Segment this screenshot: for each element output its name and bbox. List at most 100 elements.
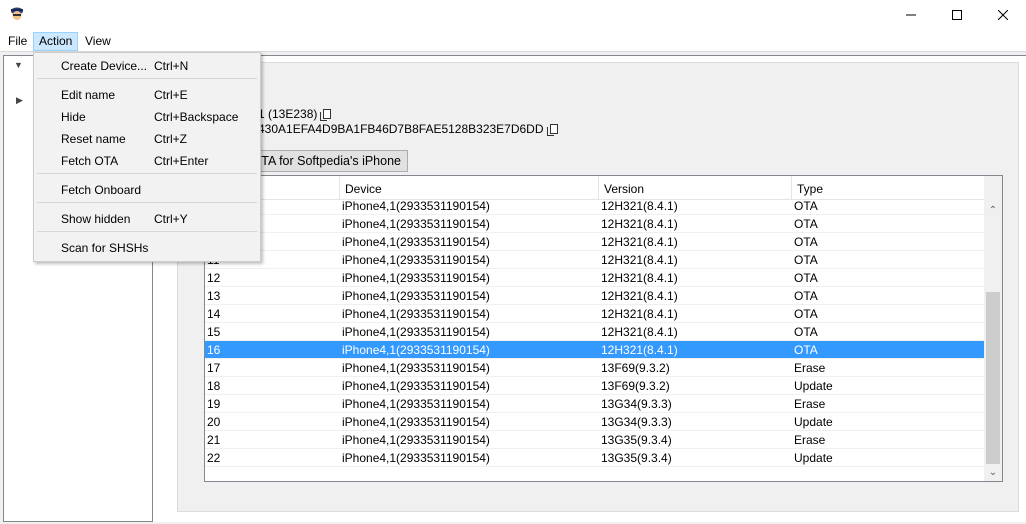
maximize-icon: [952, 10, 962, 20]
cell-id: 15: [207, 325, 221, 339]
action-menu: Create Device... Ctrl+N Edit name Ctrl+E Hid…: [33, 52, 261, 262]
menu-item-edit-name[interactable]: Edit name Ctrl+E: [35, 84, 259, 106]
cell-version: 12H321(8.4.1): [601, 253, 678, 267]
cell-id: 19: [207, 397, 221, 411]
cell-type: OTA: [794, 235, 818, 249]
table-row[interactable]: iPhone4,1(2933531190154) 12H321(8.4.1) OTA: [205, 233, 984, 251]
tree-expanded-icon[interactable]: ▼: [14, 60, 23, 70]
menu-bar: File Action View: [0, 30, 1026, 52]
menu-view[interactable]: View: [80, 32, 116, 51]
menu-item-label: Show hidden: [61, 212, 131, 226]
cell-type: OTA: [794, 343, 818, 357]
menu-item-label: Fetch OTA: [61, 154, 119, 168]
menu-item-label: Reset name: [61, 132, 126, 146]
menu-separator: [37, 202, 257, 203]
copy-icon[interactable]: [320, 109, 332, 121]
table-row[interactable]: 22 iPhone4,1(2933531190154) 13G35(9.3.4) Up…: [205, 449, 984, 467]
firmware-table[interactable]: Device Version Type iPhone4,1(2933531190…: [204, 175, 1003, 482]
table-row[interactable]: 15 iPhone4,1(2933531190154) 12H321(8.4.1) O…: [205, 323, 984, 341]
cell-device: iPhone4,1(2933531190154): [342, 289, 490, 303]
table-row[interactable]: 13 iPhone4,1(2933531190154) 12H321(8.4.1) O…: [205, 287, 984, 305]
cell-type: Erase: [794, 433, 826, 447]
minimize-icon: [906, 14, 916, 16]
menu-item-shortcut: Ctrl+Backspace: [154, 110, 239, 124]
cell-id: 12: [207, 271, 221, 285]
cell-version: 13F69(9.3.2): [601, 361, 670, 375]
menu-item-shortcut: Ctrl+Y: [154, 212, 188, 226]
cell-version: 12H321(8.4.1): [601, 235, 678, 249]
table-row[interactable]: 20 iPhone4,1(2933531190154) 13G34(9.3.3) Up…: [205, 413, 984, 431]
cell-type: OTA: [794, 253, 818, 267]
menu-item-label: Edit name: [61, 88, 116, 102]
cell-device: iPhone4,1(2933531190154): [342, 307, 490, 321]
cell-version: 12H321(8.4.1): [601, 217, 678, 231]
tree-collapsed-icon[interactable]: ▶: [16, 95, 23, 106]
build-value: 1 (13E238): [258, 107, 318, 121]
cell-device: iPhone4,1(2933531190154): [342, 271, 490, 285]
menu-file[interactable]: File: [3, 32, 32, 51]
cell-version: 13F69(9.3.2): [601, 379, 670, 393]
copy-icon[interactable]: [546, 124, 558, 136]
cell-type: OTA: [794, 325, 818, 339]
table-row[interactable]: iPhone4,1(2933531190154) 12H321(8.4.1) OTA: [205, 197, 984, 215]
cell-id: 17: [207, 361, 221, 375]
cell-id: 22: [207, 451, 221, 465]
ecid-info: 430A1EFA4D9BA1FB46D7B8FAE5128B323E7D6DD: [258, 122, 558, 136]
cell-version: 12H321(8.4.1): [601, 307, 678, 321]
cell-type: OTA: [794, 307, 818, 321]
table-row[interactable]: 19 iPhone4,1(2933531190154) 13G34(9.3.3) Er…: [205, 395, 984, 413]
menu-item-label: Hide: [61, 110, 86, 124]
cell-type: OTA: [794, 199, 818, 213]
menu-item-label: Scan for SHSHs: [61, 241, 149, 255]
cell-id: 18: [207, 379, 221, 393]
menu-item-reset-name[interactable]: Reset name Ctrl+Z: [35, 128, 259, 150]
menu-item-show-hidden[interactable]: Show hidden Ctrl+Y: [35, 208, 259, 230]
table-row[interactable]: 18 iPhone4,1(2933531190154) 13F69(9.3.2) Up…: [205, 377, 984, 395]
cell-device: iPhone4,1(2933531190154): [342, 433, 490, 447]
cell-type: Update: [794, 415, 833, 429]
menu-separator: [37, 231, 257, 232]
cell-version: 13G35(9.3.4): [601, 433, 672, 447]
table-row[interactable]: iPhone4,1(2933531190154) 12H321(8.4.1) OTA: [205, 215, 984, 233]
menu-item-fetch-ota[interactable]: Fetch OTA Ctrl+Enter: [35, 150, 259, 172]
table-row[interactable]: 11iPhone4,1(2933531190154)12H321(8.4.1)O…: [205, 251, 984, 269]
cell-device: iPhone4,1(2933531190154): [342, 451, 490, 465]
table-row[interactable]: 21 iPhone4,1(2933531190154) 13G35(9.3.4) Er…: [205, 431, 984, 449]
fetch-ota-button[interactable]: TA for Softpedia's iPhone: [248, 150, 408, 172]
cell-device: iPhone4,1(2933531190154): [342, 415, 490, 429]
minimize-button[interactable]: [888, 0, 934, 30]
menu-item-label: Create Device...: [61, 59, 148, 73]
scroll-up-icon[interactable]: ⌃: [984, 202, 1002, 219]
cell-device: iPhone4,1(2933531190154): [342, 217, 490, 231]
table-row[interactable]: 14 iPhone4,1(2933531190154) 12H321(8.4.1) O…: [205, 305, 984, 323]
vertical-scrollbar[interactable]: ⌃ ⌄: [984, 176, 1002, 481]
menu-item-scan-shsh[interactable]: Scan for SHSHs: [35, 237, 259, 259]
scrollbar-thumb[interactable]: [986, 292, 1000, 464]
build-info: 1 (13E238): [258, 107, 332, 121]
cell-version: 12H321(8.4.1): [601, 343, 678, 357]
cell-version: 12H321(8.4.1): [601, 271, 678, 285]
cell-type: Update: [794, 451, 833, 465]
menu-item-shortcut: Ctrl+E: [154, 88, 188, 102]
scroll-down-icon[interactable]: ⌄: [984, 464, 1002, 481]
table-row[interactable]: 16 iPhone4,1(2933531190154) 12H321(8.4.1) O…: [205, 341, 984, 359]
menu-item-shortcut: Ctrl+N: [154, 59, 189, 73]
menu-separator: [37, 173, 257, 174]
app-icon: [9, 6, 25, 22]
menu-item-fetch-onboard[interactable]: Fetch Onboard: [35, 179, 259, 201]
menu-action[interactable]: Action: [33, 32, 79, 51]
close-icon: [998, 10, 1008, 20]
cell-type: OTA: [794, 289, 818, 303]
table-row[interactable]: 12 iPhone4,1(2933531190154) 12H321(8.4.1) O…: [205, 269, 984, 287]
table-row[interactable]: 17 iPhone4,1(2933531190154) 13F69(9.3.2) Er…: [205, 359, 984, 377]
menu-item-shortcut: Ctrl+Enter: [154, 154, 209, 168]
maximize-button[interactable]: [934, 0, 980, 30]
title-bar: [0, 0, 1026, 30]
menu-item-hide[interactable]: Hide Ctrl+Backspace: [35, 106, 259, 128]
cell-type: OTA: [794, 217, 818, 231]
cell-version: 12H321(8.4.1): [601, 199, 678, 213]
menu-item-shortcut: Ctrl+Z: [154, 132, 187, 146]
menu-item-create-device[interactable]: Create Device... Ctrl+N: [35, 55, 259, 77]
cell-type: Erase: [794, 397, 826, 411]
close-button[interactable]: [980, 0, 1026, 30]
